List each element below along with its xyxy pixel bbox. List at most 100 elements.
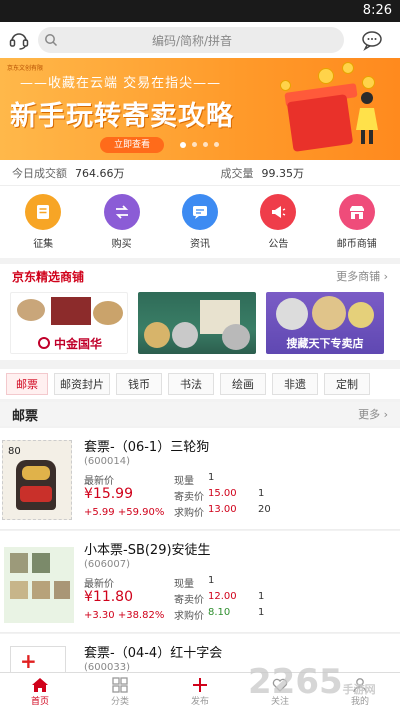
shop-cards: 中金国华 搜藏天下专卖店 [0, 288, 400, 358]
shop-card-caption: 中金国华 [11, 331, 127, 353]
tab-category[interactable]: 分类 [80, 673, 160, 711]
message-icon[interactable] [344, 29, 400, 51]
more-shops-link[interactable]: 更多商铺 › [336, 268, 388, 284]
product-name: 套票-（04-4）红十字会 [84, 646, 223, 661]
latest-price: ¥15.99 [84, 486, 133, 502]
banner-dot [214, 142, 219, 147]
buy-price-label: 求购价 [174, 508, 204, 519]
coin-image [144, 322, 170, 348]
buy-price: 13.00 [208, 504, 237, 515]
stamp-thumbnail: 80 [2, 436, 76, 522]
buy-price-label: 求购价 [174, 611, 204, 622]
banner-headline: 新手玩转寄卖攻略 [10, 101, 234, 132]
stock-value: 1 [208, 472, 215, 483]
shop-card-soucang[interactable]: 搜藏天下专卖店 [266, 292, 384, 354]
volume-label: 成交量 [220, 166, 254, 180]
category-tab[interactable]: 钱币 [116, 373, 162, 395]
stamp-thumbnail [2, 539, 76, 625]
watermark-number: 2265 [248, 662, 343, 702]
stock-label: 现量 [174, 579, 194, 590]
stock-value: 1 [208, 575, 215, 586]
featured-shops-header: 京东精选商铺 更多商铺 › [0, 264, 400, 288]
section-more-link[interactable]: 更多 › [358, 406, 388, 422]
announcement-icon [260, 194, 297, 230]
coin-illustration [342, 62, 354, 74]
plus-icon [193, 678, 207, 692]
quick-entry-label: 资讯 [189, 239, 210, 250]
stamp-thumbnail: + [2, 642, 76, 676]
price-change: +3.30 +38.82% [84, 610, 165, 621]
category-tab[interactable]: 绘画 [220, 373, 266, 395]
coin-illustration [318, 68, 334, 84]
section-header: 邮票 更多 › [0, 402, 400, 426]
product-row[interactable]: 80 套票-（06-1）三轮狗 (600014) 最新价 ¥15.99 +5.9… [0, 428, 400, 530]
coin-image [276, 298, 308, 330]
banner-tag: 京东文创有限 [7, 65, 44, 72]
banner-pagination [180, 142, 219, 148]
promo-banner[interactable]: 京东文创有限 ——收藏在云端 交易在指尖—— 新手玩转寄卖攻略 立即查看 [0, 58, 400, 160]
tab-label: 发布 [190, 697, 209, 707]
quick-entry-buy[interactable]: 购买 [90, 194, 154, 258]
latest-price-label: 最新价 [84, 476, 114, 487]
coin-image [222, 324, 250, 350]
shop-card-zhongjin[interactable]: 中金国华 [10, 292, 128, 354]
coin-image [348, 302, 374, 328]
category-tab[interactable]: 邮票 [6, 373, 48, 395]
news-icon [181, 194, 218, 230]
grid-icon [112, 677, 128, 693]
status-bar: 8:26 [0, 0, 400, 22]
product-code: (606007) [84, 559, 130, 570]
product-code: (600014) [84, 456, 130, 467]
banner-cta-button[interactable]: 立即查看 [100, 137, 164, 153]
today-turnover-label: 今日成交额 [12, 166, 67, 180]
tab-label: 首页 [30, 697, 49, 707]
search-placeholder: 编码/简称/拼音 [151, 33, 233, 48]
quick-entry-news[interactable]: 资讯 [168, 194, 232, 258]
coin-image [172, 322, 198, 348]
quick-entry-grid: 征集 购买 资讯 公告 邮币商铺 [0, 186, 400, 258]
today-turnover-value: 764.66万 [75, 166, 125, 180]
sell-price-label: 寄卖价 [174, 595, 204, 606]
search-icon [38, 33, 64, 47]
quick-entry-announcement[interactable]: 公告 [246, 194, 310, 258]
product-row[interactable]: 小本票-SB(29)安徒生 (606007) 最新价 ¥11.80 +3.30 … [0, 531, 400, 633]
category-tab[interactable]: 非遗 [272, 373, 318, 395]
latest-price: ¥11.80 [84, 589, 133, 605]
stock-label: 现量 [174, 476, 194, 487]
sell-price: 15.00 [208, 488, 237, 499]
category-tab[interactable]: 书法 [168, 373, 214, 395]
category-tab[interactable]: 定制 [324, 373, 370, 395]
featured-shops: 京东精选商铺 更多商铺 › 中金国华 搜藏天下专卖店 [0, 264, 400, 360]
price-change: +5.99 +59.90% [84, 507, 165, 518]
latest-price-label: 最新价 [84, 579, 114, 590]
site-watermark: 2265手游网 [248, 662, 376, 702]
sell-quantity: 1 [258, 591, 265, 602]
coin-image [17, 299, 45, 321]
banner-dot [192, 142, 197, 147]
gift-box-illustration [286, 94, 354, 152]
quick-entry-shop[interactable]: 邮币商铺 [325, 194, 389, 258]
tab-publish[interactable]: 发布 [160, 673, 240, 711]
customer-service-icon[interactable] [0, 29, 38, 51]
volume-value: 99.35万 [261, 166, 305, 180]
product-name: 套票-（06-1）三轮狗 [84, 440, 210, 455]
quick-entry-label: 邮币商铺 [336, 239, 377, 250]
logo-icon [37, 337, 50, 349]
buy-quantity: 20 [258, 504, 271, 515]
featured-shops-title: 京东精选商铺 [12, 269, 85, 284]
tab-home[interactable]: 首页 [0, 673, 80, 711]
category-tabs: 邮票 邮资封片 钱币 书法 绘画 非遗 定制 [0, 369, 400, 399]
quick-entry-collect[interactable]: 征集 [11, 194, 75, 258]
category-tab[interactable]: 邮资封片 [54, 373, 110, 395]
home-icon [32, 678, 48, 692]
trading-stats: 今日成交额 764.66万 成交量 99.35万 [0, 160, 400, 186]
top-bar: 编码/简称/拼音 [0, 22, 400, 58]
coin-image [312, 296, 346, 330]
product-name: 小本票-SB(29)安徒生 [84, 543, 211, 558]
buy-quantity: 1 [258, 607, 265, 618]
shop-card-middle[interactable] [138, 292, 256, 354]
coin-illustration [280, 80, 291, 91]
quick-entry-label: 公告 [268, 239, 289, 250]
search-input[interactable]: 编码/简称/拼音 [38, 27, 344, 53]
product-image [51, 297, 91, 325]
